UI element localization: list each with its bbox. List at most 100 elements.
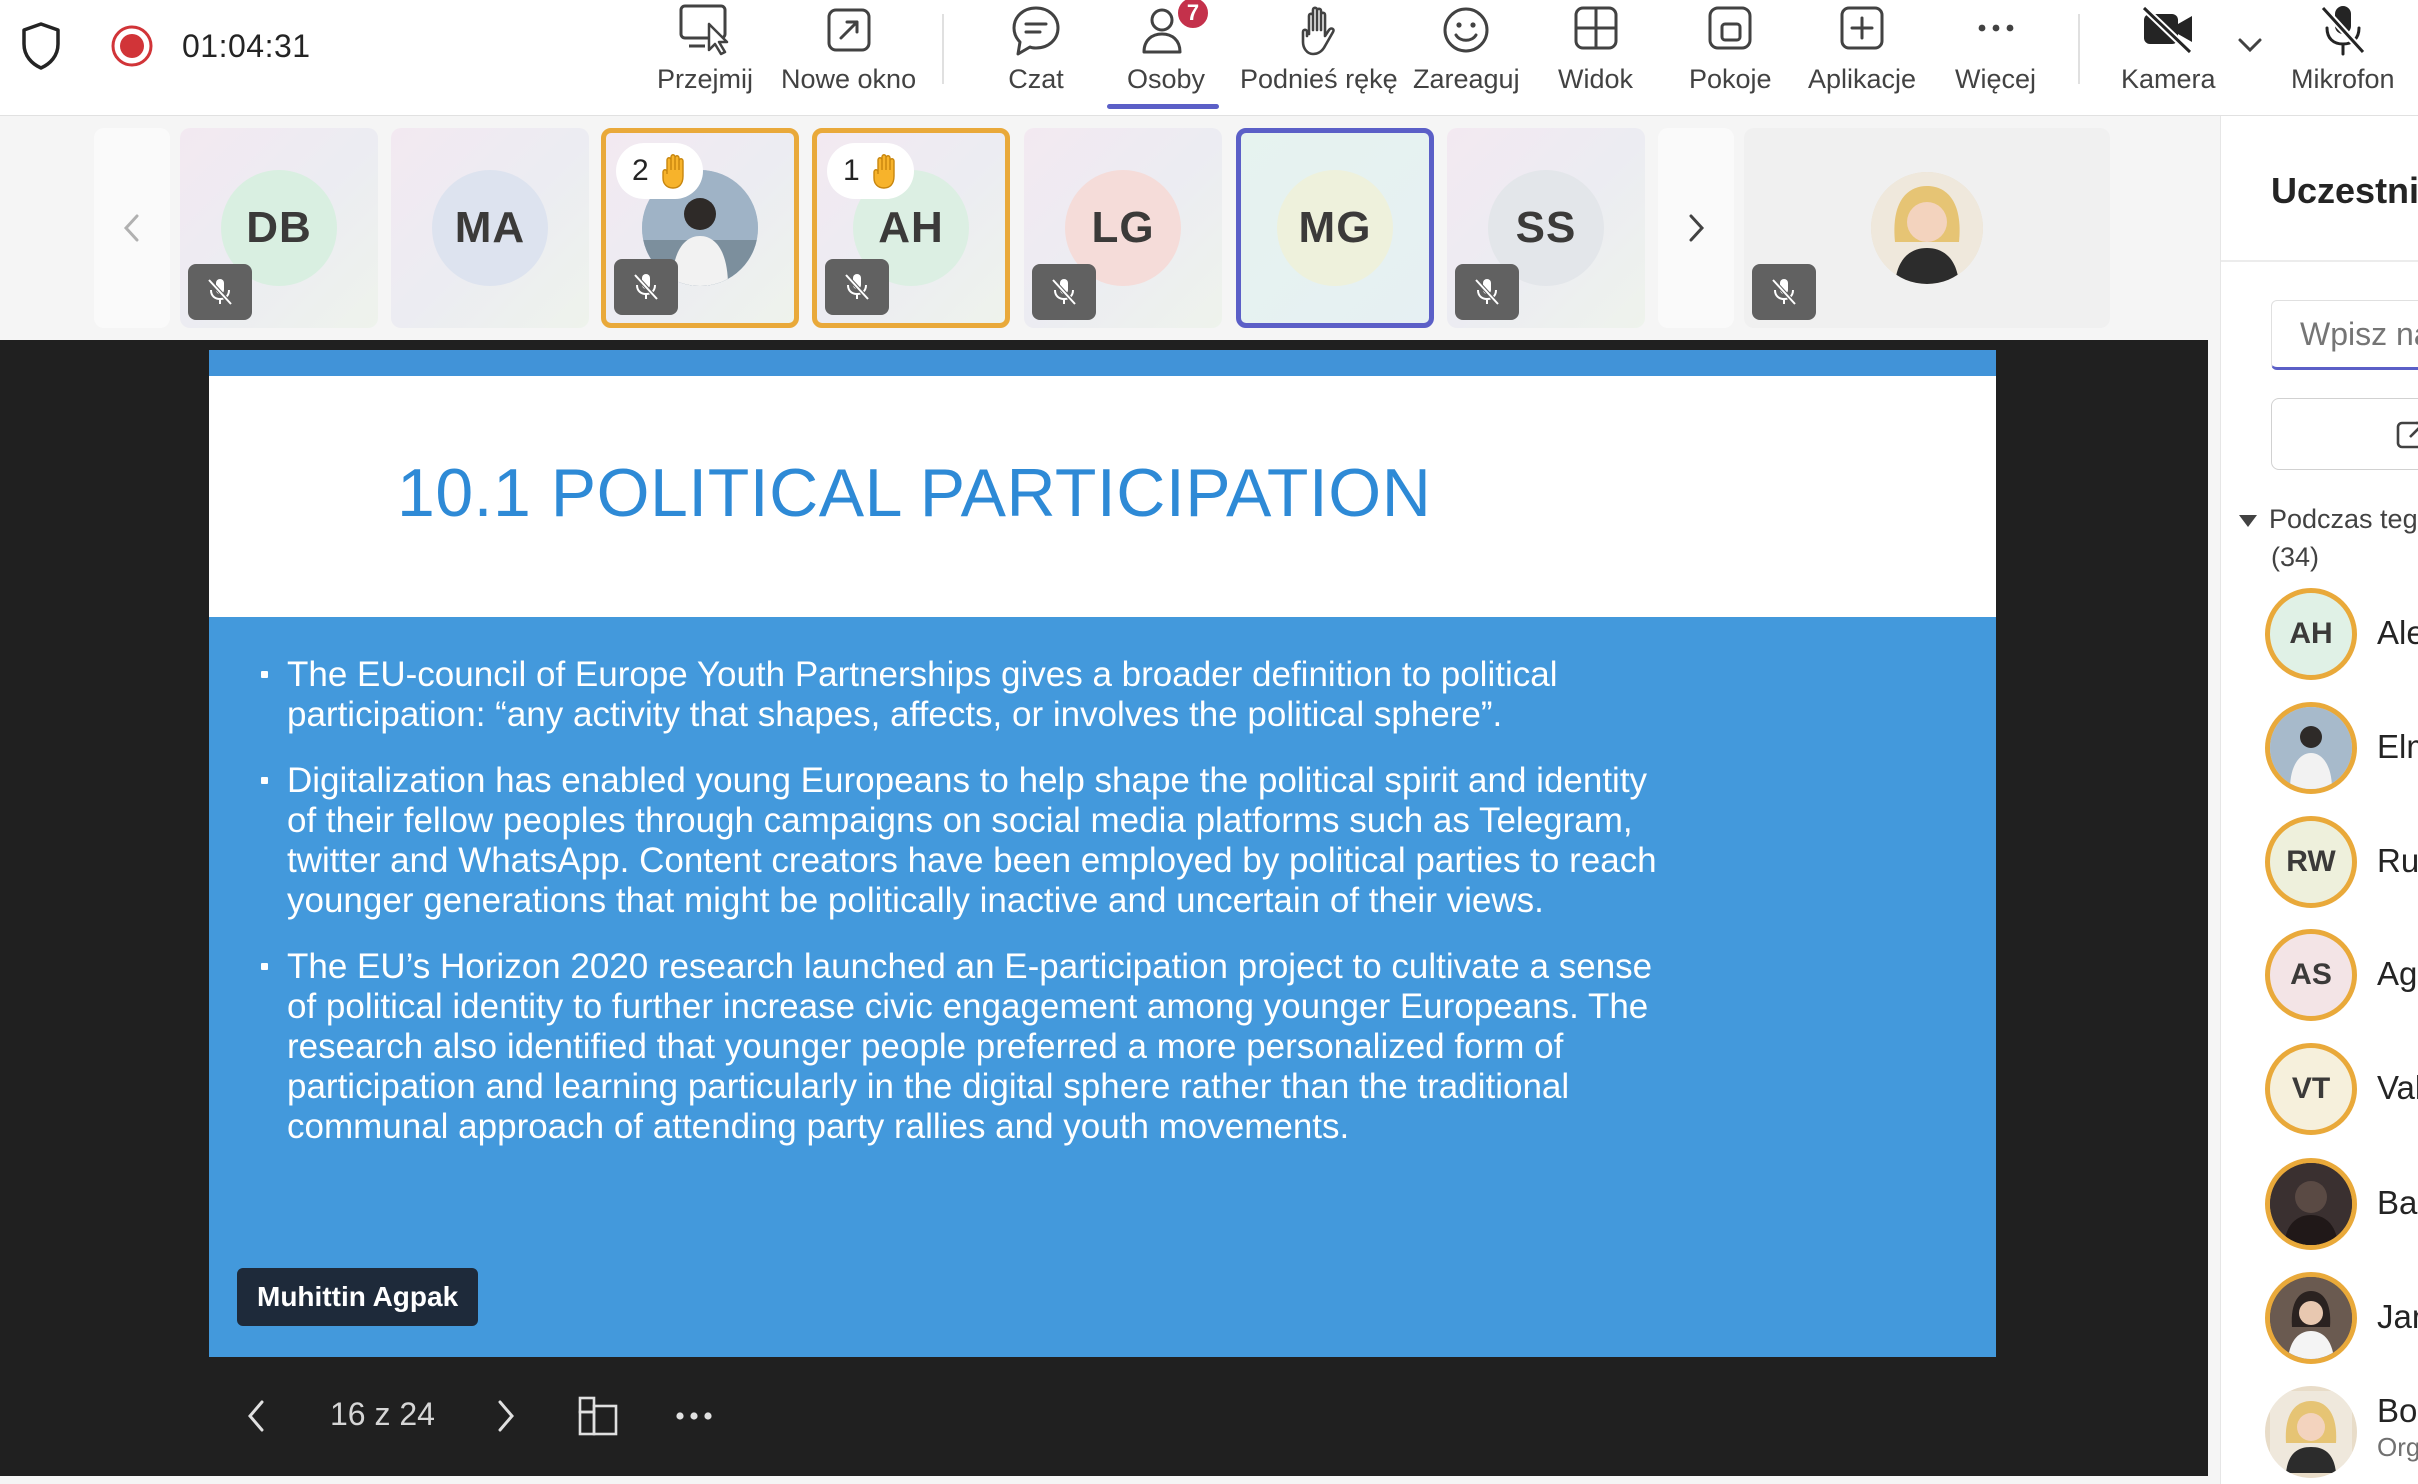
participant-role: Orga [2377, 1432, 2418, 1462]
next-slide-button[interactable] [476, 1386, 536, 1446]
participant-list-item[interactable]: Bau [2265, 1158, 2418, 1254]
avatar-initials: DB [246, 203, 312, 252]
people-icon: 7 [1136, 0, 1211, 62]
presenter-name-tag: Muhittin Agpak [237, 1268, 479, 1326]
participant-search-input[interactable] [2271, 300, 2418, 370]
plus-square-icon [1832, 2, 1892, 62]
takeover-label: Przejmij [657, 64, 754, 94]
participant-list-item[interactable]: Elm [2265, 702, 2418, 798]
hand-order: 2 [632, 154, 649, 187]
people-button[interactable]: 7 Osoby [1127, 0, 1211, 116]
avatar: AS [2265, 929, 2357, 1021]
slide-more-options-button[interactable] [664, 1386, 724, 1446]
hand-order: 1 [843, 154, 860, 187]
muted-indicator [188, 264, 252, 320]
new-window-button[interactable]: Nowe okno [781, 0, 916, 116]
smiley-icon [1436, 2, 1496, 62]
chevron-left-icon [248, 1400, 264, 1432]
participant-name: Alel [2377, 614, 2418, 651]
mic-off-icon [1051, 278, 1077, 306]
camera-options-dropdown[interactable] [2232, 26, 2268, 66]
mic-button[interactable]: Mikrofon [2291, 0, 2395, 116]
participant-tile[interactable]: MA [391, 128, 589, 328]
slide-body: The EU-council of Europe Youth Partnersh… [209, 617, 1996, 1357]
takeover-button[interactable]: Przejmij [657, 0, 753, 116]
more-label: Więcej [1955, 64, 2037, 94]
chevron-down-icon [2238, 38, 2262, 53]
in-meeting-section-toggle[interactable]: Podczas teg (34) [2239, 500, 2418, 576]
rooms-label: Pokoje [1689, 64, 1772, 94]
slide-title: 10.1 POLITICAL PARTICIPATION [397, 455, 1432, 531]
apps-button[interactable]: Aplikacje [1808, 0, 1916, 116]
avatar-photo [2265, 1272, 2357, 1364]
call-status: 01:04:31 [18, 20, 311, 72]
avatar: VT [2265, 1043, 2357, 1135]
toolbar-divider [2078, 14, 2080, 84]
grid-icon [1566, 2, 1626, 62]
participant-tile[interactable]: SS [1447, 128, 1645, 328]
participant-tile[interactable]: LG [1024, 128, 1222, 328]
participant-list-item[interactable]: RW Ruc [2265, 816, 2418, 912]
mic-off-icon [633, 273, 659, 301]
raise-hand-button[interactable]: Podnieś rękę [1240, 0, 1398, 116]
panel-title: Uczestni [2271, 170, 2418, 211]
participant-tile-speaking[interactable]: MG [1236, 128, 1434, 328]
avatar-initials: MA [454, 203, 526, 252]
shared-content-stage: 10.1 POLITICAL PARTICIPATION The EU-coun… [0, 340, 2208, 1476]
muted-indicator [1455, 264, 1519, 320]
chat-button[interactable]: Czat [1006, 0, 1066, 116]
participant-list-item[interactable]: VT Vale [2265, 1043, 2418, 1139]
react-button[interactable]: Zareaguj [1413, 0, 1520, 116]
avatar-initials: AS [2290, 958, 2332, 991]
participant-tile-hand-raised[interactable]: AH 1 [812, 128, 1010, 328]
screen-pointer-icon [675, 2, 735, 62]
slide-overview-button[interactable] [568, 1386, 628, 1446]
active-tab-indicator [1107, 104, 1219, 109]
chevron-right-icon [498, 1400, 514, 1432]
avatar-initials: VT [2291, 1072, 2331, 1105]
participant-list-item[interactable]: AS Agr [2265, 929, 2418, 1025]
recording-icon [111, 25, 153, 67]
raise-hand-label: Podnieś rękę [1240, 64, 1398, 94]
previous-slide-button[interactable] [226, 1386, 286, 1446]
muted-indicator [614, 259, 678, 315]
more-button[interactable]: Więcej [1955, 0, 2036, 116]
muted-indicator [1752, 264, 1816, 320]
participant-name: Vale [2377, 1069, 2418, 1106]
self-view-tile[interactable] [1744, 128, 2110, 328]
slides-grid-icon [578, 1396, 618, 1436]
share-invite-button[interactable] [2271, 398, 2418, 470]
view-label: Widok [1558, 64, 1634, 94]
slide-bullet: Digitalization has enabled young Europea… [261, 761, 1681, 921]
strip-next-button[interactable] [1658, 128, 1734, 328]
apps-label: Aplikacje [1808, 64, 1917, 94]
participant-list-item[interactable]: AH Alel [2265, 588, 2418, 684]
avatar-initials: RW [2286, 845, 2336, 878]
view-button[interactable]: Widok [1558, 0, 1633, 116]
participant-strip: DB MA 2 AH 1 LG MG SS [0, 116, 2220, 340]
avatar: MG [1277, 170, 1393, 286]
participant-tile-hand-raised[interactable]: 2 [601, 128, 799, 328]
presentation-slide: 10.1 POLITICAL PARTICIPATION The EU-coun… [209, 350, 1996, 1357]
popout-icon [819, 2, 879, 62]
participant-tile[interactable]: DB [180, 128, 378, 328]
chevron-left-icon [123, 214, 139, 242]
strip-prev-button[interactable] [94, 128, 170, 328]
rooms-button[interactable]: Pokoje [1689, 0, 1772, 116]
mic-off-icon [1771, 278, 1797, 306]
slide-page-counter: 16 z 24 [330, 1396, 435, 1432]
participant-list-item[interactable]: Jam [2265, 1272, 2418, 1368]
avatar-initials: MG [1298, 203, 1372, 252]
camera-button[interactable]: Kamera [2121, 0, 2216, 116]
share-icon [2396, 421, 2418, 449]
raised-hand-icon [661, 154, 684, 189]
slide-navigation: 16 z 24 [0, 1364, 800, 1464]
avatar: MA [432, 170, 548, 286]
people-count-badge: 7 [1176, 0, 1211, 30]
participant-list-item[interactable]: Boż Orga [2265, 1386, 2418, 1482]
shield-icon[interactable] [18, 20, 64, 72]
person-photo-icon [2270, 1163, 2352, 1245]
avatar: AH [2265, 588, 2357, 680]
section-label: Podczas teg [2269, 504, 2418, 534]
person-photo-icon [2270, 707, 2352, 789]
